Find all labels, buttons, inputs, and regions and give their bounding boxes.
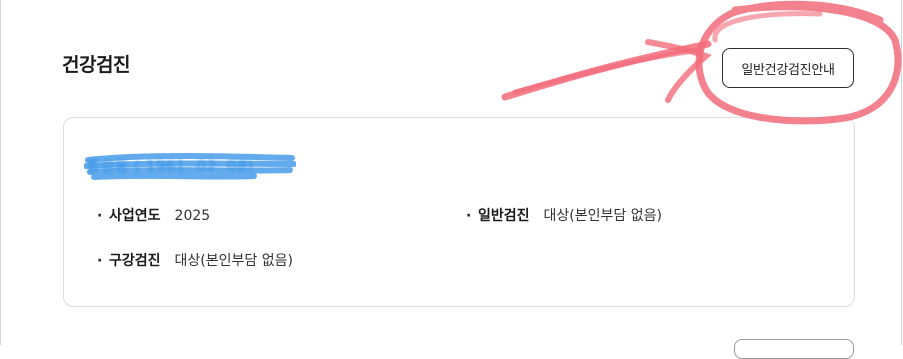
page-title: 건강검진 — [62, 54, 130, 76]
field-business-year: · 사업연도 2025 — [97, 205, 210, 225]
bullet-icon: · — [466, 208, 472, 224]
field-label: 일반검진 — [478, 208, 530, 224]
redaction-scribble — [84, 153, 296, 180]
field-general-checkup: · 일반검진 대상(본인부담 없음) — [466, 205, 662, 225]
bullet-icon: · — [97, 253, 103, 269]
field-dental-checkup: · 구강검진 대상(본인부담 없음) — [97, 250, 293, 270]
field-label: 사업연도 — [109, 208, 161, 224]
bullet-icon: · — [97, 208, 103, 224]
field-value: 대상(본인부담 없음) — [543, 208, 662, 224]
field-value: 대상(본인부담 없음) — [174, 253, 293, 269]
checkup-info-card: 홍길동 ( 1961. 02. 08) · 사업연도 2025 · 일반검진 대상(본인… — [63, 117, 855, 307]
window-right-edge — [901, 0, 902, 345]
general-checkup-guide-button[interactable]: 일반건강검진안내 — [722, 48, 854, 88]
field-label: 구강검진 — [109, 253, 161, 269]
next-section-button[interactable] — [734, 339, 854, 359]
field-value: 2025 — [174, 208, 211, 224]
window-left-edge — [0, 0, 1, 345]
